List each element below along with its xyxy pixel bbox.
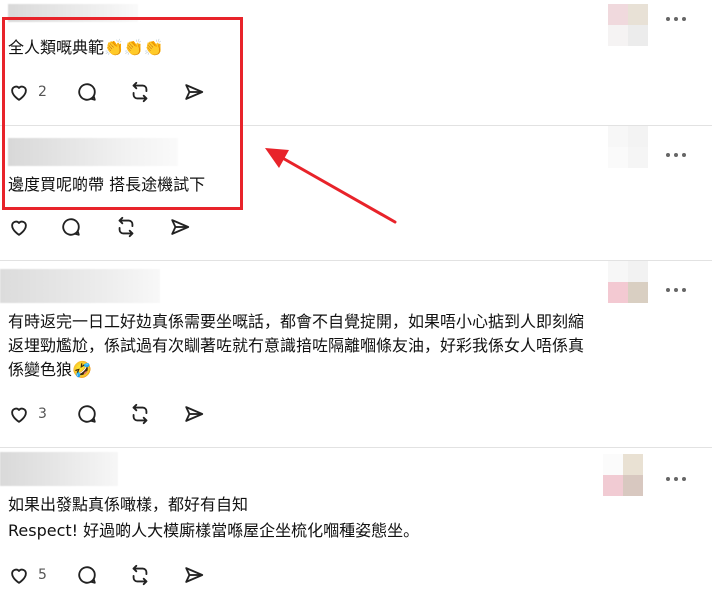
comment-post: 如果出發點真係噉樣，都好有自知 Respect! 好過啲人大模廝樣當喺屋企坐梳化…: [0, 448, 712, 598]
heart-icon: [11, 568, 27, 584]
avatar-blurred: [603, 454, 643, 496]
repost-icon: [132, 564, 148, 586]
comment-text: 係變色狼🤣: [8, 360, 92, 379]
repost-button[interactable]: [114, 214, 138, 240]
reply-button[interactable]: [60, 214, 82, 240]
send-icon: [185, 406, 204, 422]
username-blurred: [0, 452, 118, 486]
comment-bubble-icon: [78, 405, 96, 423]
comment-text: Respect! 好過啲人大模廝樣當喺屋企坐梳化嗰種姿態坐。: [8, 521, 420, 540]
more-dots-icon[interactable]: [666, 474, 692, 484]
comment-text: 返埋勁尷尬，係試過有次瞓著咗就冇意識揞咗隔離嗰條友油，好彩我係女人唔係真: [8, 336, 585, 355]
highlight-box: [2, 17, 243, 210]
share-button[interactable]: [182, 401, 206, 427]
like-button[interactable]: 5: [8, 562, 47, 588]
comment-text: 有時返完一日工好攰真係需要坐嘅話，都會不自覺掟開，如果唔小心掂到人即刻縮: [8, 312, 585, 331]
reply-button[interactable]: [76, 401, 98, 427]
more-dots-icon[interactable]: [666, 14, 692, 24]
comment-bubble-icon: [62, 218, 80, 236]
reply-button[interactable]: [76, 562, 98, 588]
annotation-arrow: [265, 148, 397, 224]
like-button[interactable]: [8, 214, 38, 240]
comment-post: 有時返完一日工好攰真係需要坐嘅話，都會不自覺掟開，如果唔小心掂到人即刻縮 返埋勁…: [0, 261, 712, 447]
heart-icon: [11, 407, 27, 423]
like-button[interactable]: 3: [8, 401, 47, 427]
send-icon: [171, 219, 190, 235]
like-count: 5: [38, 567, 47, 583]
share-button[interactable]: [182, 562, 206, 588]
like-count: 3: [38, 406, 47, 422]
heart-icon: [11, 220, 27, 236]
repost-icon: [118, 216, 134, 238]
repost-button[interactable]: [128, 401, 152, 427]
avatar-blurred: [608, 261, 648, 303]
avatar-blurred: [608, 4, 648, 46]
repost-icon: [132, 403, 148, 425]
more-dots-icon[interactable]: [666, 150, 692, 160]
share-button[interactable]: [168, 214, 192, 240]
repost-button[interactable]: [128, 562, 152, 588]
send-icon: [185, 567, 204, 583]
comment-bubble-icon: [78, 566, 96, 584]
comment-text: 如果出發點真係噉樣，都好有自知: [8, 495, 249, 514]
more-dots-icon[interactable]: [666, 285, 692, 295]
username-blurred: [0, 269, 160, 303]
avatar-blurred: [608, 126, 648, 168]
